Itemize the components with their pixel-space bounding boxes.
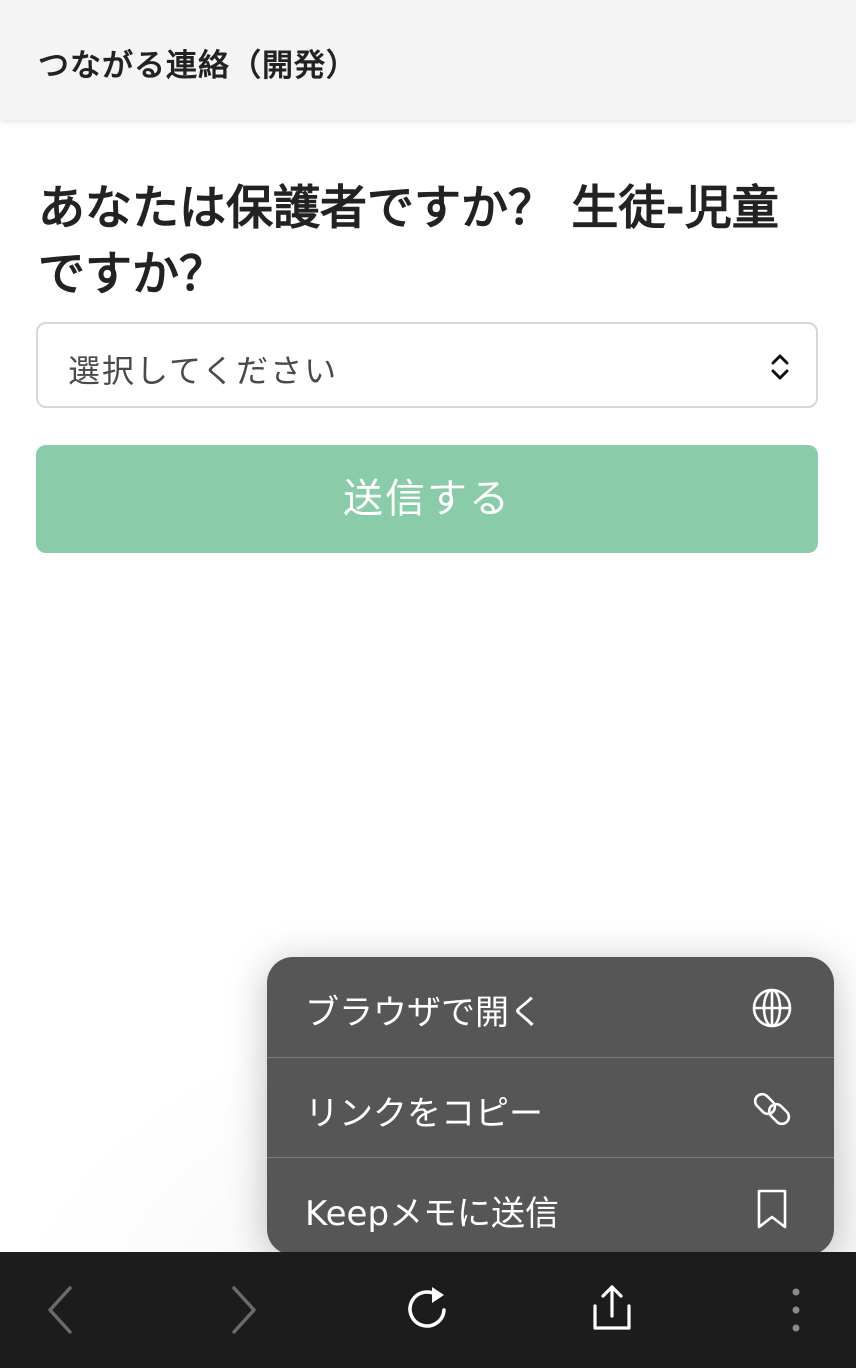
menu-item-label: ブラウザで開く bbox=[305, 993, 543, 1033]
question-heading: あなたは保護者ですか？ 生徒-児童ですか？ bbox=[38, 181, 779, 302]
submit-button[interactable]: 送信する bbox=[36, 445, 818, 553]
menu-item-label: Keepメモに送信 bbox=[305, 1194, 560, 1234]
menu-item-label: リンクをコピー bbox=[305, 1094, 543, 1134]
more-icon[interactable] bbox=[766, 1280, 826, 1340]
globe-icon bbox=[752, 988, 792, 1028]
menu-item-open-in-browser[interactable]: ブラウザで開く bbox=[267, 957, 834, 1057]
link-icon bbox=[753, 1092, 791, 1126]
select-value: 選択してください bbox=[68, 352, 339, 390]
app-header: つながる連絡（開発） bbox=[0, 0, 856, 120]
browser-toolbar bbox=[0, 1252, 856, 1368]
role-select[interactable]: 選択してください bbox=[36, 322, 818, 408]
reload-icon[interactable] bbox=[398, 1280, 458, 1340]
page-title: つながる連絡（開発） bbox=[38, 48, 358, 84]
chevron-up-down-icon bbox=[771, 354, 789, 380]
bookmark-icon bbox=[757, 1189, 787, 1229]
forward-icon[interactable] bbox=[214, 1280, 274, 1340]
back-icon[interactable] bbox=[30, 1280, 90, 1340]
menu-item-copy-link[interactable]: リンクをコピー bbox=[267, 1057, 834, 1157]
share-icon[interactable] bbox=[582, 1280, 642, 1340]
context-menu: ブラウザで開く リンクをコピー Keepメモに送信 bbox=[267, 957, 834, 1255]
menu-item-send-to-keep[interactable]: Keepメモに送信 bbox=[267, 1157, 834, 1255]
